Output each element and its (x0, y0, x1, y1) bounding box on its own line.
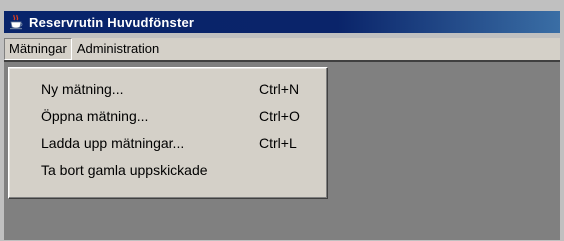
title-bar[interactable]: Reservrutin Huvudfönster (4, 11, 560, 33)
menu-item-label: Ta bort gamla uppskickade (41, 162, 208, 178)
menu-bar: Mätningar Administration (4, 38, 560, 60)
menu-administration[interactable]: Administration (72, 38, 164, 60)
client-edge (4, 60, 560, 62)
menu-item-ta-bort-gamla[interactable]: Ta bort gamla uppskickade (9, 157, 327, 184)
menu-matningar[interactable]: Mätningar (4, 38, 72, 60)
menu-item-label: Öppna mätning... (41, 108, 149, 124)
menu-item-ny-matning[interactable]: Ny mätning... Ctrl+N (9, 76, 327, 103)
menu-item-ladda-upp-matningar[interactable]: Ladda upp mätningar... Ctrl+L (9, 130, 327, 157)
menu-item-shortcut: Ctrl+L (259, 135, 297, 151)
menu-item-label: Ladda upp mätningar... (41, 135, 185, 151)
java-cup-icon (8, 14, 24, 30)
window-title: Reservrutin Huvudfönster (29, 14, 195, 30)
menu-item-shortcut: Ctrl+O (259, 108, 300, 124)
menu-item-shortcut: Ctrl+N (259, 81, 300, 97)
matningar-dropdown-menu: Ny mätning... Ctrl+N Öppna mätning... Ct… (8, 67, 328, 199)
menu-item-oppna-matning[interactable]: Öppna mätning... Ctrl+O (9, 103, 327, 130)
app-window: Reservrutin Huvudfönster Mätningar Admin… (0, 0, 564, 241)
menu-item-label: Ny mätning... (41, 81, 124, 97)
